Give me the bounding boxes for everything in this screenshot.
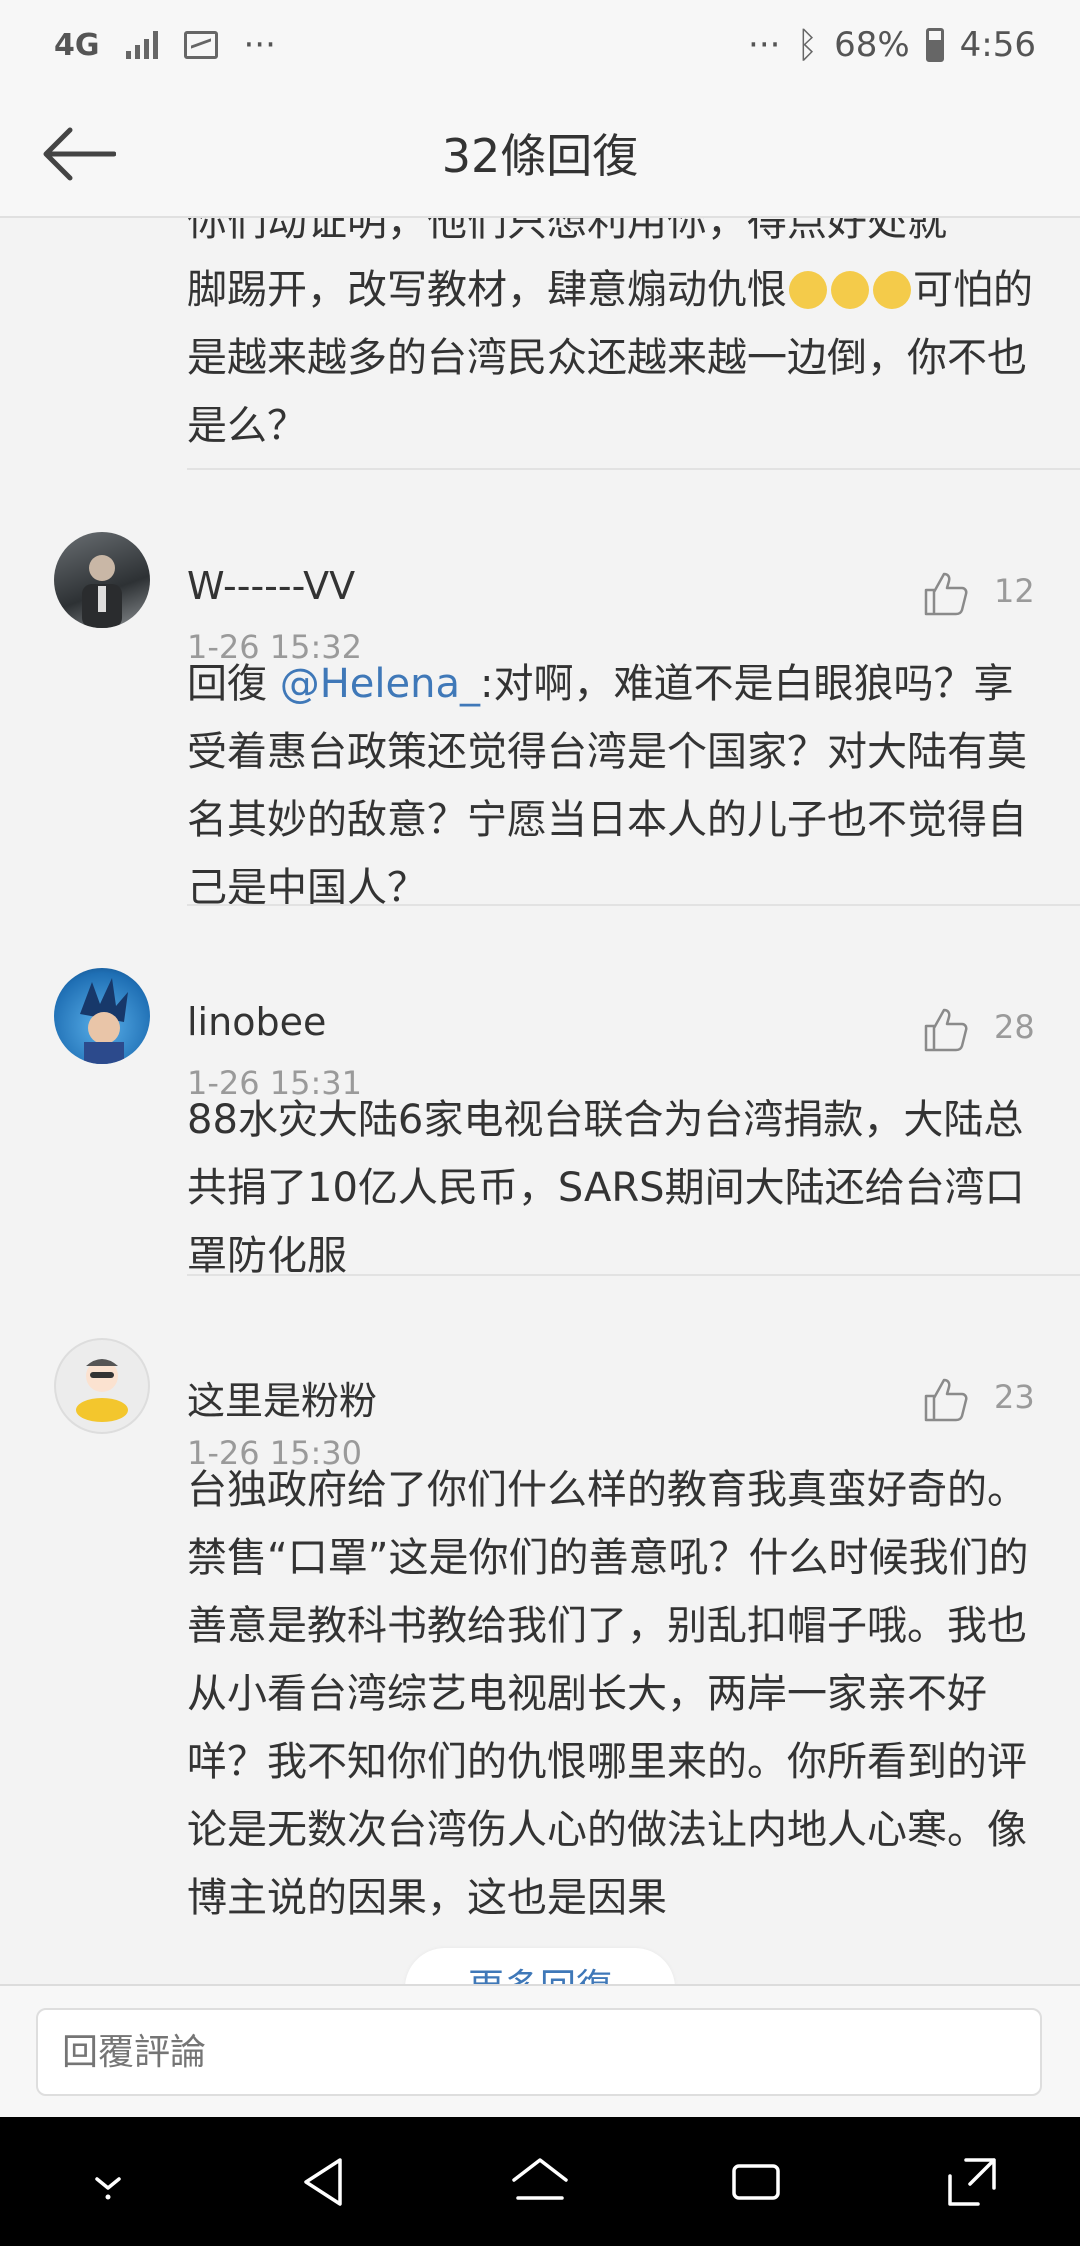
- nav-back-button[interactable]: [279, 2137, 369, 2227]
- bluetooth-icon: ᛒ: [796, 24, 819, 66]
- reply-prefix: 回復: [187, 661, 280, 707]
- nav-home-button[interactable]: [495, 2137, 585, 2227]
- more-notifications-icon: ···: [243, 25, 276, 65]
- comment-body: 台独政府给了你们什么样的教育我真蛮好奇的。禁售“口罩”这是你们的善意吼？什么时候…: [187, 1467, 1029, 1921]
- previous-comment-line1: 你们动证明，他们只想利用你，得点好处就: [187, 218, 947, 245]
- expand-button[interactable]: [927, 2137, 1017, 2227]
- clock: 4:56: [959, 25, 1036, 65]
- username[interactable]: linobee: [187, 1000, 326, 1044]
- avatar[interactable]: [54, 1338, 150, 1434]
- navigation-bar: [0, 2117, 1080, 2246]
- username[interactable]: 这里是粉粉: [187, 1370, 377, 1425]
- thumbs-up-icon[interactable]: [922, 1006, 970, 1054]
- status-bar: 4G ··· ··· ᛒ 68% 4:56: [0, 0, 1080, 90]
- battery-icon: [925, 28, 944, 62]
- more-status-icon: ···: [748, 25, 781, 65]
- image-notification-icon: [183, 31, 218, 59]
- comment-item: 这里是粉粉 1-26 15:30 23 台独政府给了你们什么样的教育我真蛮好奇的…: [0, 1274, 1080, 1921]
- previous-comment-text-a: 脚踢开，改写教材，肆意煽动仇恨: [187, 267, 787, 313]
- previous-comment-body: 你们动证明，他们只想利用你，得点好处就 脚踢开，改写教材，肆意煽动仇恨 可怕的是越…: [187, 218, 1037, 460]
- smile-emoji-icon: [831, 271, 869, 309]
- replies-list[interactable]: 你们动证明，他们只想利用你，得点好处就 脚踢开，改写教材，肆意煽动仇恨 可怕的是越…: [0, 218, 1080, 1984]
- comment-body: 回復 @Helena_:对啊，难道不是白眼狼吗？享受着惠台政策还觉得台湾是个国家…: [187, 650, 1037, 922]
- triangle-back-icon: [304, 2157, 342, 2206]
- avatar[interactable]: [54, 532, 150, 628]
- avatar[interactable]: [54, 968, 150, 1064]
- hide-keyboard-button[interactable]: [63, 2137, 153, 2227]
- comment-item: W------VV 1-26 15:32 12 回復 @Helena_:对啊，难…: [0, 468, 1080, 911]
- thumbs-up-icon[interactable]: [922, 1376, 970, 1424]
- username[interactable]: W------VV: [187, 564, 355, 608]
- like-count: 23: [994, 1378, 1035, 1416]
- app-bar: 32條回復: [0, 90, 1080, 218]
- recents-icon: [732, 2163, 780, 2200]
- reply-bar: [0, 1984, 1080, 2117]
- reply-input[interactable]: [36, 2008, 1042, 2096]
- expand-icon: [948, 2157, 996, 2206]
- like-count: 28: [994, 1008, 1035, 1046]
- smile-emoji-icon: [873, 271, 911, 309]
- like-count: 12: [994, 572, 1035, 610]
- mention-link[interactable]: @Helena_: [280, 661, 480, 707]
- comment-item: linobee 1-26 15:31 28 88水灾大陆6家电视台联合为台湾捐款…: [0, 904, 1080, 1279]
- network-type: 4G: [54, 27, 100, 63]
- signal-icon: [125, 31, 158, 59]
- page-title: 32條回復: [441, 129, 639, 183]
- chevron-down-icon: [95, 2176, 121, 2199]
- smile-emoji-icon: [789, 271, 827, 309]
- comment-body: 88水灾大陆6家电视台联合为台湾捐款，大陆总共捐了10亿人民币，SARS期间大陆…: [187, 1097, 1025, 1279]
- home-icon: [512, 2157, 568, 2200]
- battery-percent: 68%: [834, 25, 910, 65]
- nav-recents-button[interactable]: [711, 2137, 801, 2227]
- more-replies-button[interactable]: 更多回復: [405, 1948, 675, 1984]
- thumbs-up-icon[interactable]: [922, 570, 970, 618]
